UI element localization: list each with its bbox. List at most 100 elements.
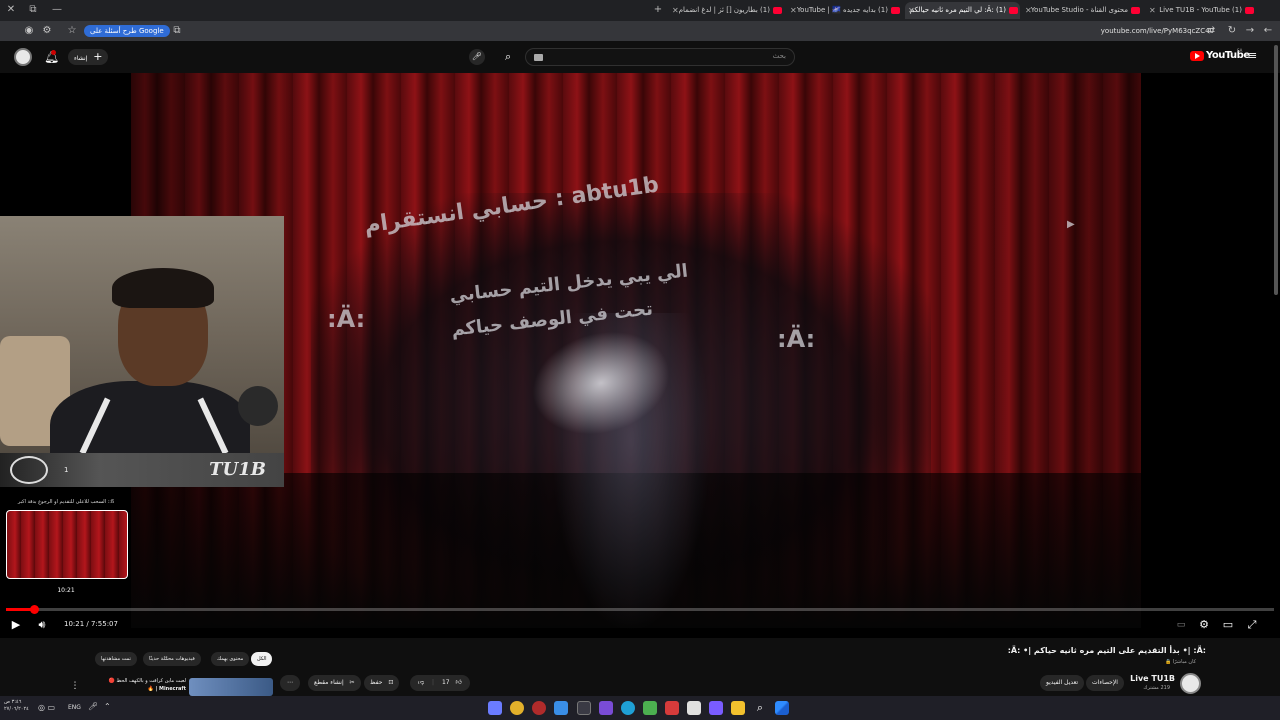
translate-icon[interactable]: ⇄ <box>1204 24 1218 38</box>
app-icon-file-explorer[interactable] <box>731 701 745 715</box>
save-bookmark-icon: ⊡ <box>388 679 394 686</box>
app-icon-discord[interactable] <box>488 701 502 715</box>
volume-icon[interactable]: 🔊︎ <box>35 618 49 632</box>
account-avatar[interactable] <box>14 48 32 66</box>
youtube-studio-favicon-icon <box>1131 7 1140 14</box>
clip-button[interactable]: إنشاء مقطع ✂ <box>308 675 361 691</box>
chip-label: فيديوهات محمَّلة حديثًا <box>149 656 195 662</box>
like-icon[interactable]: 👍︎ <box>456 679 462 686</box>
share-icon[interactable]: ⧉ <box>170 24 184 38</box>
windows-start-icon[interactable] <box>775 701 789 715</box>
taskbar-clock[interactable]: ٣:٤٦ ص ٢٧/٠٦/٢٠٢٤ <box>4 699 29 713</box>
play-button[interactable]: ▶ <box>9 618 23 632</box>
video-player[interactable]: حسابي انستقرام : abtu1b الي يبي يدخل الت… <box>0 73 1280 638</box>
create-button[interactable]: إنشاء + <box>68 49 109 65</box>
google-lens-chip[interactable]: طرح أسئلة على Google <box>84 25 170 37</box>
more-actions-button[interactable]: ⋯ <box>280 675 300 691</box>
progress-scrubber[interactable] <box>29 605 39 614</box>
app-icon-chrome[interactable] <box>510 701 524 715</box>
language-indicator[interactable]: ENG <box>68 704 81 711</box>
save-button[interactable]: حفظ ⊡ <box>364 675 400 691</box>
os-taskbar <box>0 696 1280 720</box>
fullscreen-icon[interactable]: ⤢ <box>1245 618 1259 632</box>
tab-title: (1) بدايه جديده 🌌 | YouTube <box>796 6 888 14</box>
chip-label: محتوى يهمك <box>217 656 244 662</box>
taskbar-search-icon[interactable]: ⌕ <box>753 701 767 715</box>
url-field[interactable]: youtube.com/live/PyM63qcZC40 <box>1101 25 1214 37</box>
webcam-brand-text: TU1B <box>209 459 266 480</box>
channel-name[interactable]: Live TU1B <box>1130 674 1175 683</box>
forward-icon[interactable]: → <box>1243 24 1257 38</box>
webcam-badge: 1 <box>64 466 69 474</box>
youtube-favicon-icon <box>773 7 782 14</box>
search-input[interactable]: بحث <box>525 48 795 66</box>
close-tab-icon[interactable]: ✕ <box>1025 2 1032 19</box>
voice-search-icon[interactable]: 🎤︎ <box>469 49 485 65</box>
clip-label: إنشاء مقطع <box>314 679 344 686</box>
youtube-favicon-icon <box>1245 7 1254 14</box>
like-dislike-group: 👎︎ | 17 👍︎ <box>410 675 470 691</box>
youtube-favicon-icon <box>1009 7 1018 14</box>
overlay-left-mark: :Ä: <box>327 305 366 333</box>
captions-icon[interactable]: ▭ <box>1174 618 1188 632</box>
overlay-right-mark: :Ä: <box>777 325 816 353</box>
tray-chevron-icon[interactable]: ⌃ <box>104 702 111 711</box>
reload-icon[interactable]: ↻ <box>1225 24 1239 38</box>
analytics-button[interactable]: الإحصاءات <box>1086 675 1124 691</box>
bookmark-star-icon[interactable]: ☆ <box>65 24 79 38</box>
chip-all[interactable]: الكل <box>251 652 273 666</box>
restore-window-icon[interactable]: ⧉ <box>26 3 40 17</box>
create-label: إنشاء <box>74 55 88 62</box>
chip-recently-uploaded[interactable]: فيديوهات محمَّلة حديثًا <box>143 652 201 666</box>
chip-for-you[interactable]: محتوى يهمك <box>211 652 250 666</box>
app-icon-photos[interactable] <box>554 701 568 715</box>
notification-badge <box>51 50 56 55</box>
browser-tab[interactable]: (1) بطاريون [] ئز | لدغ انضمام ✕ <box>669 2 784 19</box>
more-options-icon[interactable]: ⋮ <box>66 678 84 694</box>
plus-icon: + <box>93 50 103 63</box>
progress-bar[interactable] <box>6 605 1274 614</box>
close-tab-icon[interactable]: ✕ <box>790 2 797 19</box>
new-tab-icon[interactable]: + <box>651 3 665 17</box>
browser-tab-active[interactable]: (1) :Ä: لي التيم مره ثانيه حيالكم ✕ <box>905 2 1020 19</box>
app-icon-teams[interactable] <box>709 701 723 715</box>
app-icon-edge[interactable] <box>621 701 635 715</box>
app-icon-snipping[interactable] <box>577 701 591 715</box>
recommended-video-title[interactable]: لعبت ماين كرافت و بالكهف الحظ 🔴 Minecraf… <box>92 677 186 693</box>
browser-tab[interactable]: (1) Live TU1B - YouTube ✕ <box>1146 2 1256 19</box>
site-settings-icon[interactable]: ⚙ <box>40 24 54 38</box>
close-tab-icon[interactable]: ✕ <box>908 2 915 19</box>
chrome-profile-icon[interactable]: ◉ <box>22 24 36 38</box>
video-title: :Ä: |• بدأ التقديم على التيم مره ثانيه ح… <box>1007 646 1206 655</box>
browser-tab[interactable]: (1) بدايه جديده 🌌 | YouTube ✕ <box>787 2 902 19</box>
browser-tab[interactable]: محتوى القناة - YouTube Studio ✕ <box>1022 2 1142 19</box>
like-divider: | <box>432 679 435 686</box>
app-icon-youtube[interactable] <box>665 701 679 715</box>
address-bar <box>0 21 1280 41</box>
theater-mode-icon[interactable]: ▭ <box>1221 618 1235 632</box>
tray-icons[interactable]: ◎ ▭ <box>38 703 55 712</box>
edit-video-button[interactable]: تعديل الفيديو <box>1040 675 1085 691</box>
close-tab-icon[interactable]: ✕ <box>1149 2 1156 19</box>
clock-time: ٣:٤٦ ص <box>4 699 22 705</box>
chip-watched[interactable]: تمت مشاهدتها <box>95 652 137 666</box>
back-icon[interactable]: ← <box>1261 24 1275 38</box>
close-tab-icon[interactable]: ✕ <box>672 2 679 19</box>
menu-icon[interactable]: ≡ <box>1248 49 1257 62</box>
app-icon-minecraft[interactable] <box>643 701 657 715</box>
channel-avatar[interactable] <box>1180 673 1201 694</box>
settings-gear-icon[interactable]: ⚙ <box>1197 618 1211 632</box>
close-window-icon[interactable]: ✕ <box>4 3 18 17</box>
page-scrollbar[interactable] <box>1274 45 1278 295</box>
dislike-icon[interactable]: 👎︎ <box>418 679 424 686</box>
search-icon[interactable]: ⌕ <box>505 50 511 64</box>
microphone-tray-icon[interactable]: 🎤︎ <box>88 702 98 711</box>
minimize-window-icon[interactable]: — <box>50 3 64 17</box>
recommended-video-thumbnail[interactable] <box>189 678 273 696</box>
app-icon-store[interactable] <box>687 701 701 715</box>
keyboard-icon[interactable] <box>534 54 543 61</box>
app-icon-obs[interactable] <box>532 701 546 715</box>
app-icon-editor[interactable] <box>599 701 613 715</box>
recommended-title-line: Minecraft | 🔥 <box>147 686 186 692</box>
youtube-favicon-icon <box>891 7 900 14</box>
